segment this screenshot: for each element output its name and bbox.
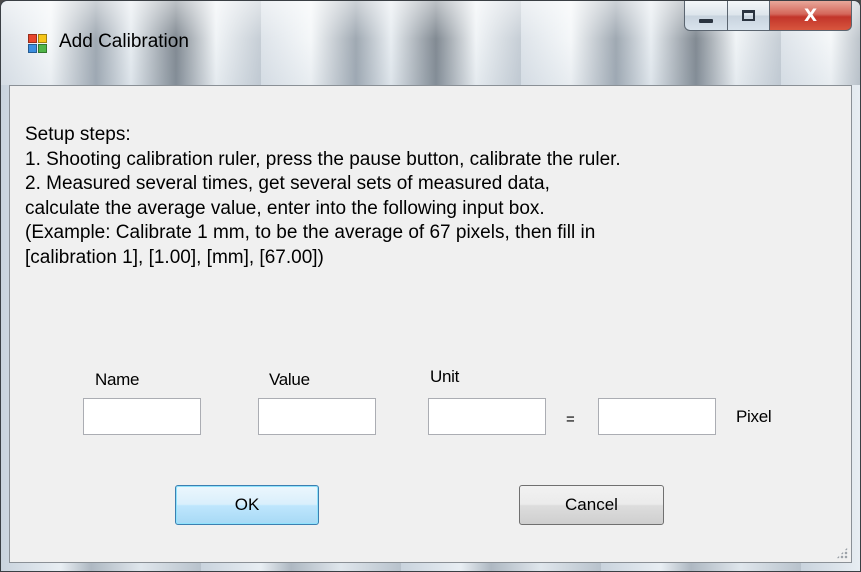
maximize-icon [742,10,755,21]
instruction-line: 1. Shooting calibration ruler, press the… [25,148,621,170]
ok-button[interactable]: OK [175,485,319,525]
close-icon: X [803,5,818,26]
cancel-button-label: Cancel [565,495,618,514]
caption-buttons: X [684,1,852,32]
add-calibration-window: Add Calibration X Setup steps: 1. Shootin… [0,0,861,572]
dialog-client-area: Setup steps: 1. Shooting calibration rule… [9,85,852,563]
instruction-line: Setup steps: [25,124,131,145]
pixel-label: Pixel [736,407,772,426]
ok-button-label: OK [234,495,260,514]
app-window-icon [28,34,48,54]
window-title: Add Calibration [59,31,189,52]
name-input[interactable] [83,398,201,435]
maximize-button[interactable] [728,1,770,31]
setup-instructions: Setup steps: 1. Shooting calibration rule… [25,123,621,270]
equals-sign: = [566,411,575,428]
pixel-input[interactable] [598,398,716,435]
instruction-line: (Example: Calibrate 1 mm, to be the aver… [25,222,596,243]
instruction-line: calculate the average value, enter into … [25,197,545,219]
instruction-line: 2. Measured several times, get several s… [25,173,550,194]
name-label: Name [95,370,140,389]
value-label: Value [269,370,310,389]
value-input[interactable] [258,398,376,435]
close-button[interactable]: X [770,1,852,31]
minimize-icon [699,18,713,23]
unit-input[interactable] [428,398,546,435]
cancel-button[interactable]: Cancel [519,485,664,525]
title-bar[interactable]: Add Calibration X [1,1,860,85]
unit-label: Unit [430,367,460,386]
minimize-button[interactable] [684,1,728,31]
instruction-line: [calibration 1], [1.00], [mm], [67.00]) [25,246,324,268]
